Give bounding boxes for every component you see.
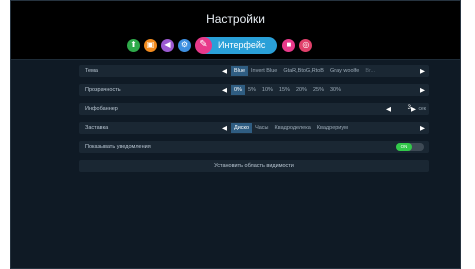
theme-row[interactable]: Тема ◀ Blue Invert Blue GtaR,BtoG,RtoB G…	[79, 65, 429, 77]
notifications-label: Показывать уведомления	[85, 144, 151, 150]
chevron-left-icon[interactable]: ◀	[222, 124, 227, 132]
tab-bar: ⬆ ▣ ◀ ⚙ ✎ Интерфейс ■ ◎	[127, 35, 316, 55]
system-icon[interactable]: ⚙	[178, 38, 191, 52]
theme-option[interactable]: Blue	[231, 66, 249, 76]
infobanner-label: Инфобаннер	[85, 106, 118, 112]
interface-brush-icon[interactable]: ✎	[195, 36, 212, 54]
visible-area-button[interactable]: Установить область видимости	[79, 160, 429, 172]
transparency-label: Прозрачность	[85, 87, 121, 93]
settings-screen: Настройки ⬆ ▣ ◀ ⚙ ✎ Интерфейс ■ ◎ Тема ◀…	[10, 0, 461, 269]
transparency-option[interactable]: 30%	[327, 85, 344, 95]
chevron-left-icon[interactable]: ◀	[222, 67, 227, 75]
theme-options: Blue Invert Blue GtaR,BtoG,RtoB Gray woo…	[231, 66, 378, 76]
transparency-option[interactable]: 15%	[276, 85, 293, 95]
transparency-option[interactable]: 0%	[231, 85, 245, 95]
screensaver-option[interactable]: Диско	[231, 123, 253, 133]
chevron-right-icon[interactable]: ▶	[420, 124, 425, 132]
tab-interface[interactable]: Интерфейс	[204, 36, 278, 54]
lock-icon[interactable]: ■	[282, 38, 296, 52]
visible-area-label: Установить область видимости	[214, 163, 294, 169]
toggle-on-indicator: ON	[396, 143, 412, 151]
transparency-option[interactable]: 20%	[293, 85, 310, 95]
media-icon[interactable]: ▣	[144, 38, 157, 52]
chevron-left-icon[interactable]: ◀	[222, 86, 227, 94]
infobanner-unit: сек	[418, 106, 426, 112]
notifications-row[interactable]: Показывать уведомления ON	[79, 141, 429, 153]
chevron-right-icon[interactable]: ▶	[411, 105, 416, 113]
screensaver-label: Заставка	[85, 125, 109, 131]
chevron-left-icon[interactable]: ◀	[386, 105, 391, 113]
theme-label: Тема	[85, 68, 98, 74]
transparency-option[interactable]: 10%	[259, 85, 276, 95]
audio-icon[interactable]: ◀	[161, 38, 174, 52]
theme-option[interactable]: Invert Blue	[248, 66, 280, 76]
transparency-row[interactable]: Прозрачность ◀ 0% 5% 10% 15% 20% 25% 30%…	[79, 84, 429, 96]
info-icon[interactable]: ◎	[299, 38, 313, 52]
header: Настройки ⬆ ▣ ◀ ⚙ ✎ Интерфейс ■ ◎	[11, 1, 460, 60]
transparency-option[interactable]: 25%	[310, 85, 327, 95]
screensaver-options: Диско Часы Квадроделека Квадрериум	[231, 123, 351, 133]
chevron-right-icon[interactable]: ▶	[420, 86, 425, 94]
transparency-options: 0% 5% 10% 15% 20% 25% 30%	[231, 85, 344, 95]
settings-list: Тема ◀ Blue Invert Blue GtaR,BtoG,RtoB G…	[79, 65, 429, 179]
chevron-right-icon[interactable]: ▶	[420, 67, 425, 75]
screensaver-option[interactable]: Квадрериум	[314, 123, 351, 133]
theme-option[interactable]: GtaR,BtoG,RtoB	[280, 66, 327, 76]
screensaver-row[interactable]: Заставка ◀ Диско Часы Квадроделека Квадр…	[79, 122, 429, 134]
transparency-option[interactable]: 5%	[245, 85, 259, 95]
theme-option[interactable]: Br...	[362, 66, 378, 76]
screensaver-option[interactable]: Часы	[252, 123, 271, 133]
theme-option[interactable]: Gray woolfe	[327, 66, 362, 76]
screensaver-option[interactable]: Квадроделека	[272, 123, 314, 133]
network-icon[interactable]: ⬆	[127, 38, 140, 52]
infobanner-row[interactable]: Инфобаннер ◀ 3 ▶ сек	[79, 103, 429, 115]
page-title: Настройки	[206, 12, 265, 26]
notifications-toggle[interactable]: ON	[396, 143, 424, 151]
